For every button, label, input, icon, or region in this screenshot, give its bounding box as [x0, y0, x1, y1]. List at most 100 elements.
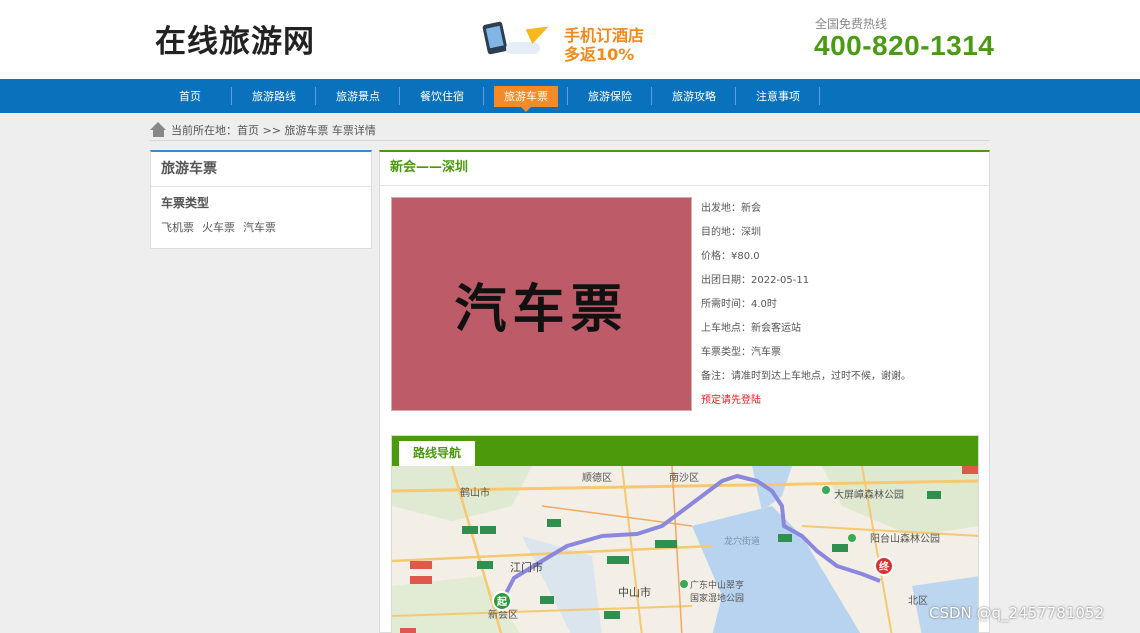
map-label-heshan: 鹤山市 [460, 486, 490, 499]
detail-label: 出发地： [701, 203, 741, 214]
nav-item-label: 旅游车票 [494, 85, 558, 112]
highway-shield [400, 628, 416, 633]
detail-label: 所需时间： [701, 299, 751, 310]
highway-shield [962, 466, 978, 474]
nav-item-attractions[interactable]: 旅游景点 [316, 79, 400, 113]
highway-shield [462, 526, 478, 534]
promo-line-2: 多返10% [564, 45, 635, 64]
detail-row-destination: 目的地：深圳 [701, 226, 911, 250]
highway-shield [832, 544, 848, 552]
phone-icon [482, 21, 508, 55]
ticket-image: 汽车票 [391, 197, 692, 411]
route-navigation: 路线导航 顺德区 南沙区 鹤山市 江门市 中山市 新会区 大屏嶂森林公园 阳台山… [391, 435, 979, 633]
detail-label: 备注： [701, 371, 731, 382]
map-label-shunde: 顺德区 [582, 471, 612, 484]
detail-value: ¥80.0 [731, 251, 760, 262]
highway-shield [410, 561, 432, 569]
detail-label: 出团日期： [701, 275, 751, 286]
nav-item-label: 旅游景点 [336, 89, 380, 103]
sidebar-link-train[interactable]: 火车票 [202, 219, 235, 235]
nav-list: 首页 旅游路线 旅游景点 餐饮住宿 旅游车票 旅游保险 旅游攻略 注意事项 [148, 79, 820, 113]
nav-item-notices[interactable]: 注意事项 [736, 79, 820, 113]
detail-label: 车票类型： [701, 347, 751, 358]
nav-item-label: 旅游路线 [252, 89, 296, 103]
cloud-icon [506, 42, 540, 54]
route-tab[interactable]: 路线导航 [399, 441, 475, 466]
detail-row-duration: 所需时间：4.0时 [701, 298, 911, 322]
park-pin-icon [680, 580, 688, 588]
highway-shield [604, 611, 620, 619]
route-end-marker-label: 终 [879, 560, 890, 573]
highway-shield [410, 576, 432, 584]
highway-shield [655, 540, 677, 548]
detail-label: 价格： [701, 251, 731, 262]
park-pin-icon [848, 534, 856, 542]
highway-shield [477, 561, 493, 569]
highway-shield [778, 534, 792, 542]
map-label-beiqu: 北区 [908, 595, 928, 607]
nav-item-label: 旅游保险 [588, 89, 632, 103]
highway-shield [480, 526, 496, 534]
nav-item-home[interactable]: 首页 [148, 79, 232, 113]
login-row: 预定请先登陆 [701, 394, 911, 418]
sidebar-link-flight[interactable]: 飞机票 [161, 219, 194, 235]
home-icon [150, 121, 167, 138]
map-label-dapingzhang: 大屏嶂森林公园 [834, 488, 904, 501]
detail-row-type: 车票类型：汽车票 [701, 346, 911, 370]
map-label-wetland-2: 国家湿地公园 [690, 592, 744, 604]
detail-value: 新会客运站 [751, 323, 801, 334]
detail-value: 4.0时 [751, 299, 777, 310]
detail-value: 深圳 [741, 227, 761, 238]
hotline-number: 400-820-1314 [814, 30, 995, 61]
sidebar-subtitle: 车票类型 [161, 196, 210, 210]
detail-value: 请准时到达上车地点，过时不候，谢谢。 [731, 371, 911, 382]
login-to-book-link[interactable]: 预定请先登陆 [701, 395, 761, 406]
sidebar-link-bus[interactable]: 汽车票 [243, 219, 276, 235]
nav-item-guides[interactable]: 旅游攻略 [652, 79, 736, 113]
nav-item-label: 首页 [179, 89, 201, 103]
map-label-zhongshan: 中山市 [618, 585, 651, 599]
sidebar-title: 旅游车票 [151, 152, 371, 187]
ticket-title: 新会——深圳 [380, 152, 989, 186]
nav-item-label: 旅游攻略 [672, 89, 716, 103]
detail-label: 上车地点： [701, 323, 751, 334]
highway-shield [927, 491, 941, 499]
nav-item-insurance[interactable]: 旅游保险 [568, 79, 652, 113]
detail-value: 汽车票 [751, 347, 781, 358]
detail-row-boarding: 上车地点：新会客运站 [701, 322, 911, 346]
highway-shield [607, 556, 629, 564]
main-nav: 首页 旅游路线 旅游景点 餐饮住宿 旅游车票 旅游保险 旅游攻略 注意事项 [0, 79, 1140, 113]
detail-row-price: 价格：¥80.0 [701, 250, 911, 274]
map-label-wetland-1: 广东中山翠亨 [690, 579, 744, 591]
mobile-hotel-promo[interactable]: 手机订酒店 多返10% [482, 20, 652, 64]
route-map[interactable]: 顺德区 南沙区 鹤山市 江门市 中山市 新会区 大屏嶂森林公园 阳台山森林公园 … [392, 466, 979, 633]
map-label-yangtaishan: 阳台山森林公园 [870, 532, 940, 545]
nav-item-label: 餐饮住宿 [420, 89, 464, 103]
route-start-marker-label: 起 [496, 595, 508, 608]
nav-item-tickets[interactable]: 旅游车票 [484, 79, 568, 113]
detail-row-date: 出团日期：2022-05-11 [701, 274, 911, 298]
site-header: 在线旅游网 手机订酒店 多返10% 全国免费热线 400-820-1314 [0, 0, 1140, 79]
detail-row-departure: 出发地：新会 [701, 202, 911, 226]
map-label-nansha: 南沙区 [669, 471, 699, 484]
nav-item-routes[interactable]: 旅游路线 [232, 79, 316, 113]
breadcrumb-text[interactable]: 当前所在地：首页 >> 旅游车票 车票详情 [171, 122, 376, 138]
map-label-jiangmen: 江门市 [510, 560, 543, 574]
ticket-type-links: 飞机票 火车票 汽车票 [151, 211, 371, 235]
nav-item-dining-lodging[interactable]: 餐饮住宿 [400, 79, 484, 113]
ticket-details: 出发地：新会 目的地：深圳 价格：¥80.0 出团日期：2022-05-11 所… [701, 202, 911, 418]
park-pin-icon [822, 486, 830, 494]
detail-label: 目的地： [701, 227, 741, 238]
route-header: 路线导航 [392, 436, 978, 466]
breadcrumb: 当前所在地：首页 >> 旅游车票 车票详情 [150, 119, 990, 141]
detail-value: 新会 [741, 203, 761, 214]
ticket-detail-panel: 新会——深圳 汽车票 出发地：新会 目的地：深圳 价格：¥80.0 出团日期：2… [379, 150, 990, 633]
nav-item-label: 注意事项 [756, 89, 800, 103]
site-logo[interactable]: 在线旅游网 [155, 16, 315, 61]
detail-row-remark: 备注：请准时到达上车地点，过时不候，谢谢。 [701, 370, 911, 394]
map-label-longxue: 龙穴街道 [724, 535, 760, 547]
csdn-watermark: CSDN @q_2457781052 [929, 604, 1104, 622]
highway-shield [547, 519, 561, 527]
highway-shield [540, 596, 554, 604]
paper-plane-icon [525, 20, 553, 44]
